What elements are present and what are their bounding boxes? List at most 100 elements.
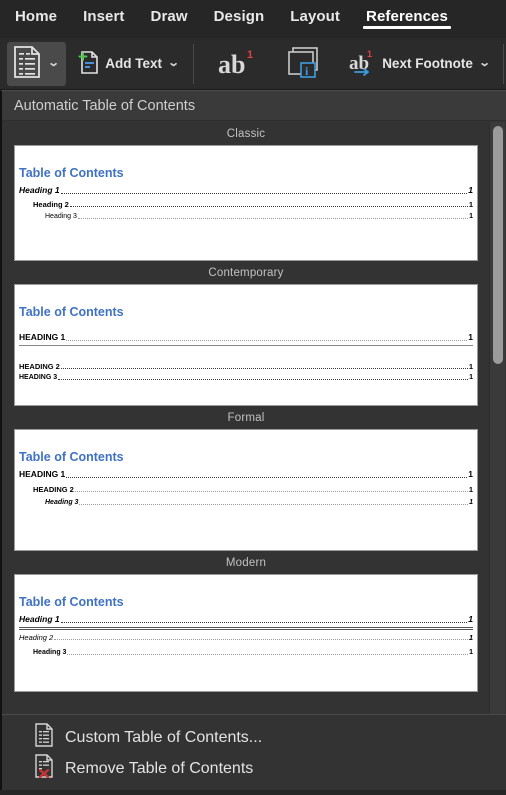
toc-entry-page: 1 <box>468 614 473 624</box>
toc-entry: Heading 2 1 <box>19 632 473 643</box>
tab-layout[interactable]: Layout <box>279 8 351 29</box>
toolbar-divider <box>193 43 195 84</box>
toc-entry-text: Heading 2 <box>19 361 60 371</box>
toc-entry: Heading 1 1 <box>19 614 473 625</box>
toc-preview-formal[interactable]: Table of Contents Heading 1 1 Heading 2 … <box>14 429 478 551</box>
table-of-contents-icon <box>12 45 42 82</box>
tab-draw[interactable]: Draw <box>140 8 199 29</box>
preview-title: Table of Contents <box>19 166 124 180</box>
chevron-down-icon[interactable]: ⌄ <box>43 58 64 69</box>
preview-title: Table of Contents <box>19 595 124 609</box>
toc-entry-text: Heading 2 <box>33 484 74 494</box>
toc-style-gallery: Classic Table of Contents Heading 1 1 He… <box>2 122 488 714</box>
toc-entry: Heading 1 1 <box>19 332 473 343</box>
toc-entry-text: Heading 3 <box>19 374 58 382</box>
leader-dots <box>79 504 469 506</box>
document-lines-icon <box>34 723 54 752</box>
svg-text:1: 1 <box>367 49 372 59</box>
ribbon-tab-bar: Home Insert Draw Design Layout Reference… <box>0 0 506 38</box>
toc-gallery-dropdown: Automatic Table of Contents Classic Tabl… <box>0 90 506 790</box>
gallery-scrollbar-thumb[interactable] <box>493 126 503 364</box>
insert-endnote-button[interactable]: i <box>281 42 333 86</box>
toc-entry-page: 1 <box>468 632 473 642</box>
next-footnote-icon: ab 1 <box>348 47 378 80</box>
toc-entry-page: 1 <box>468 332 473 342</box>
toc-entry: Heading 1 1 <box>19 469 473 480</box>
toc-entry-text: Heading 1 <box>19 614 60 624</box>
leader-dots <box>74 491 468 493</box>
leader-dots <box>60 368 468 370</box>
svg-text:1: 1 <box>247 49 253 61</box>
custom-table-of-contents-item[interactable]: Custom Table of Contents... <box>2 722 506 753</box>
leader-dots <box>60 192 468 194</box>
preview-rule <box>19 344 473 346</box>
leader-dots <box>67 654 469 656</box>
toc-entry-text: Heading 1 <box>19 469 66 479</box>
toc-entry-text: Heading 1 <box>19 332 66 342</box>
toc-entry-page: 1 <box>469 649 473 657</box>
leader-dots <box>54 639 468 641</box>
remove-table-of-contents-item[interactable]: Remove Table of Contents <box>2 753 506 784</box>
preview-rule-double <box>19 626 473 630</box>
add-text-icon <box>77 48 101 79</box>
leader-dots <box>69 206 468 208</box>
toc-entry-page: 1 <box>469 213 473 221</box>
add-text-label: Add Text <box>105 56 162 71</box>
toc-entry-text: Heading 2 <box>33 199 69 209</box>
menu-item-label: Custom Table of Contents... <box>65 728 263 746</box>
menu-item-label: Remove Table of Contents <box>65 759 254 777</box>
toc-preview-modern[interactable]: Table of Contents Heading 1 1 Heading 2 … <box>14 574 478 692</box>
gallery-item-label-formal: Formal <box>227 412 265 424</box>
toc-entry: Heading 2 1 <box>19 484 473 495</box>
add-text-button[interactable]: Add Text ⌄ <box>72 42 186 86</box>
gallery-section-header: Automatic Table of Contents <box>2 91 506 121</box>
preview-title: Table of Contents <box>19 305 124 319</box>
toc-entry-page: 1 <box>468 185 473 195</box>
footnotes-group: ab 1 i ab 1 Next Footnote ⌄ <box>201 38 497 89</box>
toc-entry-page: 1 <box>468 469 473 479</box>
tab-design[interactable]: Design <box>203 8 276 29</box>
next-footnote-label: Next Footnote <box>382 56 473 71</box>
toolbar-divider-right <box>503 43 504 84</box>
insert-footnote-icon: ab 1 <box>216 45 260 82</box>
toc-entry: Heading 3 1 <box>19 213 473 221</box>
toc-entry-text: Heading 3 <box>33 649 67 657</box>
chevron-down-icon[interactable]: ⌄ <box>474 58 495 69</box>
toc-entry-page: 1 <box>469 499 473 507</box>
toc-entry-page: 1 <box>468 199 473 209</box>
toc-preview-contemporary[interactable]: Table of Contents Heading 1 1 Heading 2 … <box>14 284 478 406</box>
toc-entry-page: 1 <box>469 374 473 382</box>
preview-title: Table of Contents <box>19 450 124 464</box>
toc-group: ⌄ Add Text ⌄ <box>0 38 186 89</box>
leader-dots <box>66 476 468 478</box>
gallery-item-label-classic: Classic <box>226 128 266 140</box>
toc-entry-text: Heading 1 <box>19 185 60 195</box>
table-of-contents-button[interactable]: ⌄ <box>7 41 67 86</box>
insert-footnote-button[interactable]: ab 1 <box>211 42 265 86</box>
toc-entry-text: Heading 2 <box>19 632 54 642</box>
leader-dots <box>66 339 468 341</box>
toc-entry: Heading 3 1 <box>19 374 473 382</box>
leader-dots <box>77 218 469 220</box>
toc-entry-text: Heading 3 <box>45 213 77 221</box>
toc-entry: Heading 3 1 <box>19 499 473 507</box>
tab-home[interactable]: Home <box>4 8 68 29</box>
insert-endnote-icon: i <box>286 44 328 83</box>
gallery-item-label-contemporary: Contemporary <box>208 267 284 279</box>
toc-preview-classic[interactable]: Table of Contents Heading 1 1 Heading 2 … <box>14 145 478 261</box>
gallery-scrollbar[interactable] <box>489 122 505 714</box>
toc-dropdown-menu: Custom Table of Contents... Remove Table… <box>2 714 506 790</box>
gallery-item-label-modern: Modern <box>225 557 267 569</box>
toc-entry-text: Heading 3 <box>45 499 79 507</box>
tab-references[interactable]: References <box>355 8 459 29</box>
toc-entry: Heading 1 1 <box>19 185 473 196</box>
toc-entry: Heading 2 1 <box>19 199 473 210</box>
toc-entry: Heading 3 1 <box>19 649 473 657</box>
next-footnote-button[interactable]: ab 1 Next Footnote ⌄ <box>343 42 497 86</box>
document-remove-icon <box>34 754 54 783</box>
tab-insert[interactable]: Insert <box>72 8 135 29</box>
ribbon-toolbar: ⌄ Add Text ⌄ ab 1 i ab 1 Next Footnote ⌄ <box>0 38 506 90</box>
toc-entry: Heading 2 1 <box>19 361 473 372</box>
chevron-down-icon[interactable]: ⌄ <box>163 58 184 69</box>
